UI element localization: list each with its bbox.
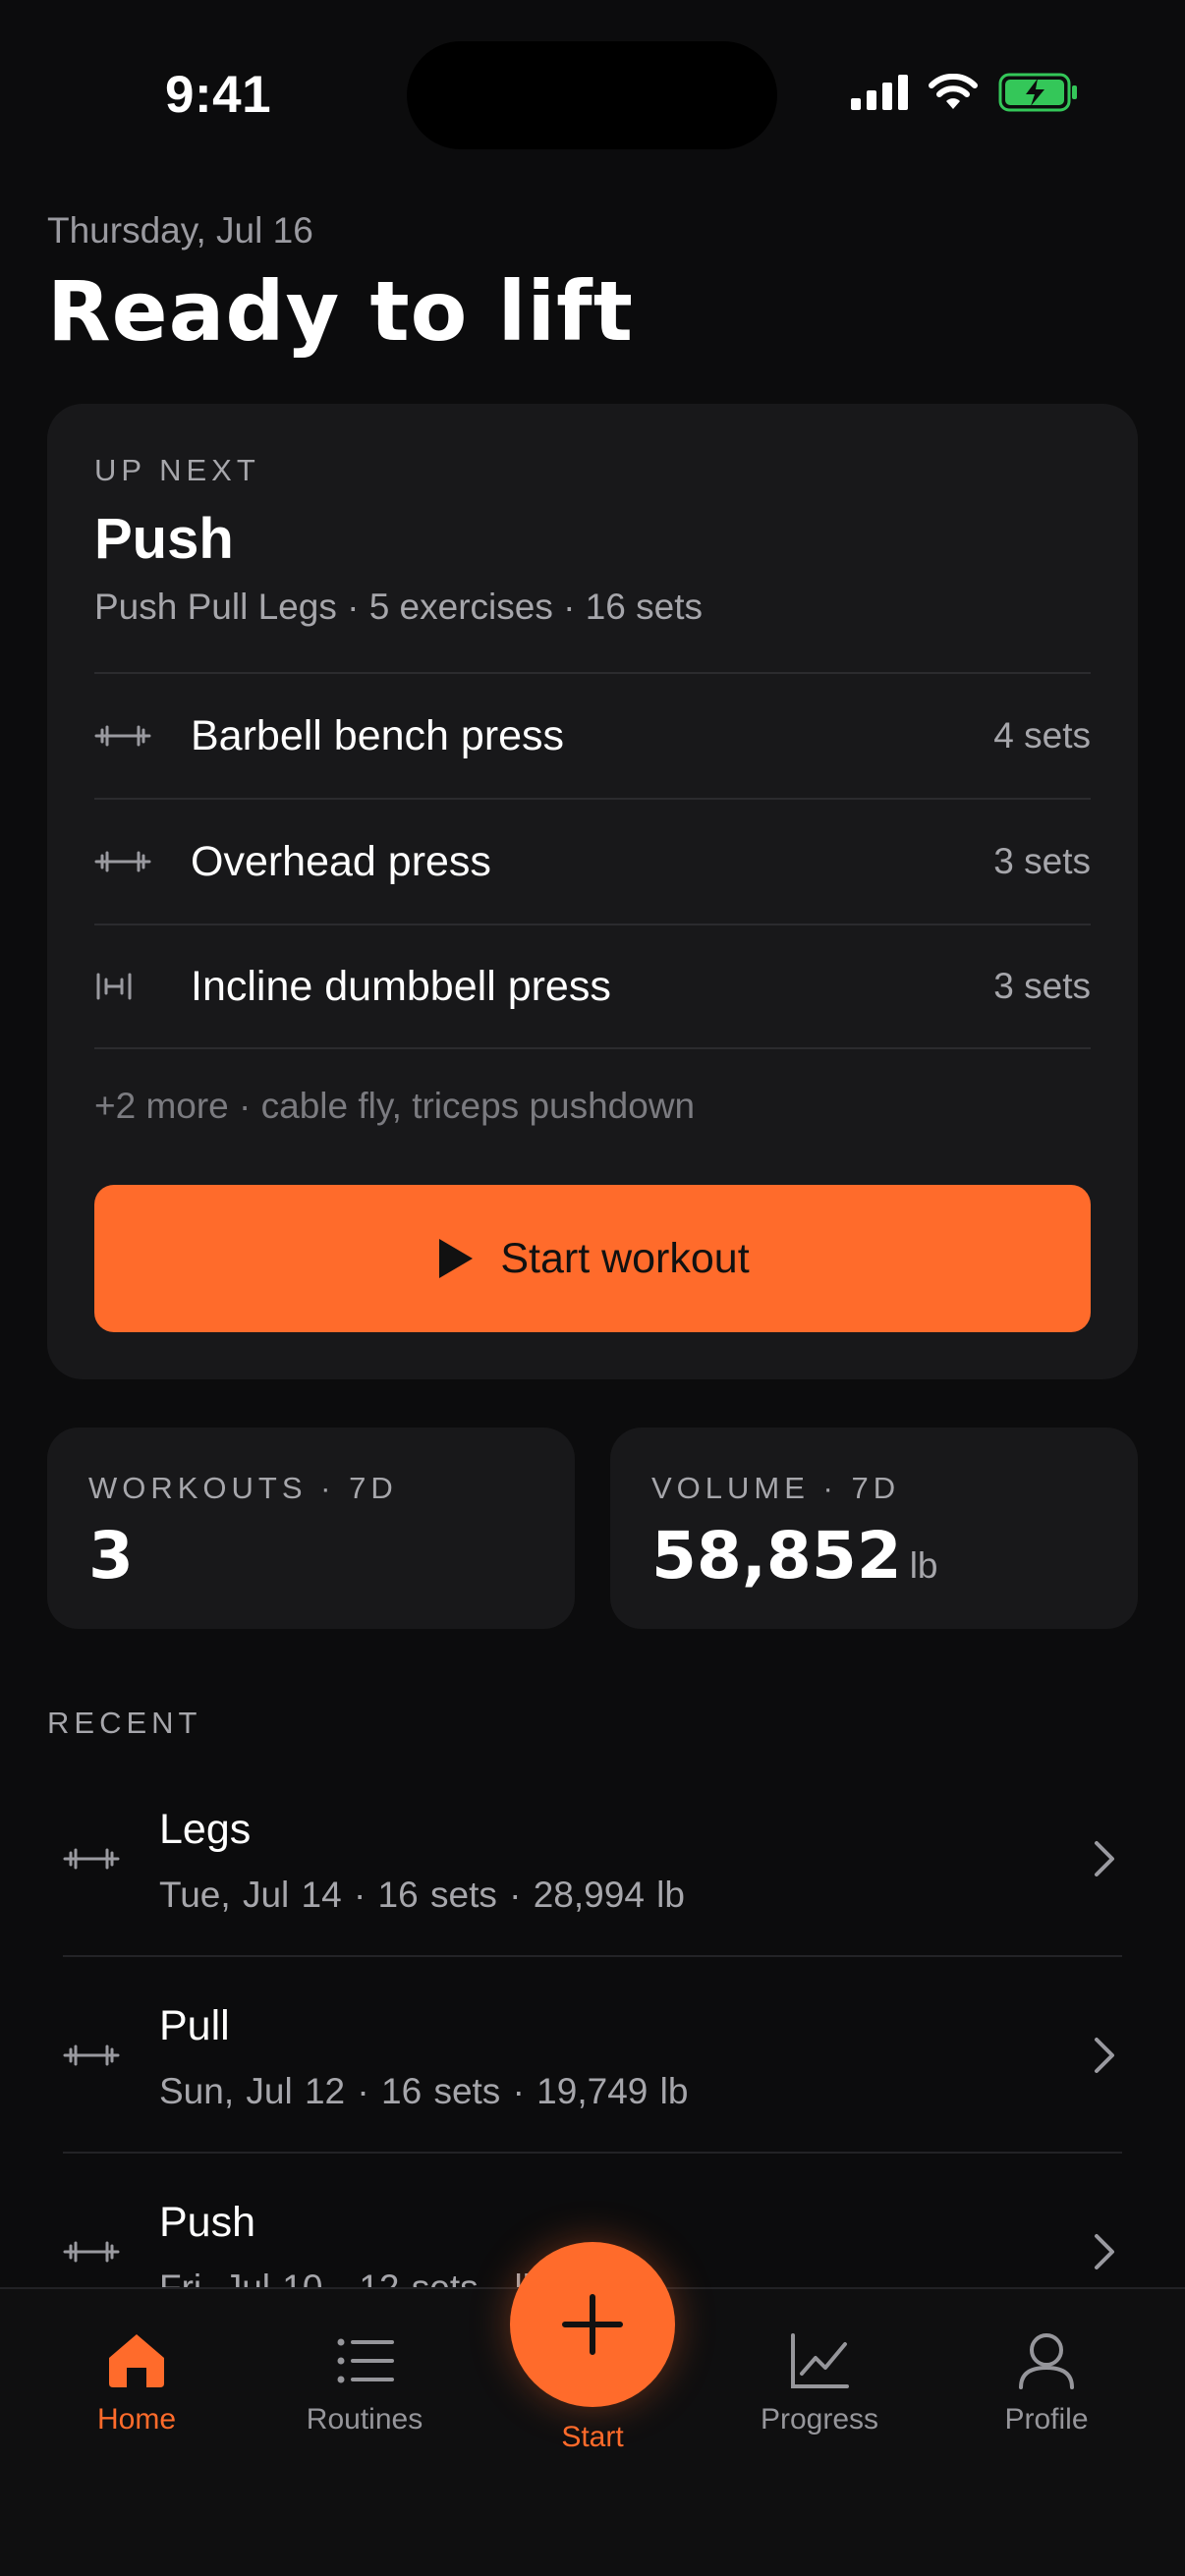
volume-stat-value: 58,852 bbox=[651, 1518, 902, 1594]
battery-icon bbox=[998, 73, 1077, 112]
tab-home[interactable]: Home bbox=[38, 2332, 235, 2436]
plus-icon bbox=[562, 2294, 623, 2355]
barbell-icon bbox=[63, 2241, 120, 2263]
tab-routines[interactable]: Routines bbox=[266, 2332, 463, 2436]
chevron-right-icon bbox=[1095, 1841, 1114, 1876]
tab-profile[interactable]: Profile bbox=[948, 2332, 1145, 2436]
wifi-icon bbox=[929, 74, 978, 109]
chevron-right-icon bbox=[1095, 2234, 1114, 2269]
volume-stat-card: VOLUME · 7D 58,852 lb bbox=[610, 1428, 1138, 1629]
exercise-sets: 3 sets bbox=[993, 966, 1091, 1006]
routine-title: Push bbox=[94, 507, 234, 571]
start-workout-label: Start workout bbox=[500, 1234, 750, 1282]
tab-profile-label: Profile bbox=[1004, 2403, 1089, 2436]
recent-workout-title: Legs bbox=[159, 1806, 252, 1853]
exercise-name: Incline dumbbell press bbox=[191, 962, 611, 1010]
home-icon bbox=[109, 2334, 164, 2387]
barbell-icon bbox=[63, 2044, 120, 2066]
exercise-row: Incline dumbbell press 3 sets bbox=[94, 924, 1091, 1049]
recent-workout-meta: Sun, Jul 12 · 16 sets · 19,749 lb bbox=[159, 2071, 689, 2111]
tab-progress-label: Progress bbox=[760, 2403, 879, 2436]
chevron-right-icon bbox=[1095, 2038, 1114, 2073]
list-icon bbox=[337, 2338, 394, 2383]
workouts-stat-label: WORKOUTS · 7D bbox=[88, 1471, 398, 1505]
routine-summary: Push Pull Legs · 5 exercises · 16 sets bbox=[94, 587, 704, 627]
exercise-name: Barbell bench press bbox=[191, 711, 565, 759]
exercise-sets: 4 sets bbox=[993, 715, 1091, 756]
tab-progress[interactable]: Progress bbox=[721, 2332, 918, 2436]
dynamic-island bbox=[407, 41, 777, 149]
tab-routines-label: Routines bbox=[306, 2403, 423, 2436]
recent-section-label: RECENT bbox=[47, 1706, 202, 1740]
up-next-eyebrow: UP NEXT bbox=[94, 453, 260, 487]
barbell-icon bbox=[94, 716, 153, 756]
volume-stat-unit: lb bbox=[909, 1545, 938, 1586]
more-exercises: +2 more · cable fly, triceps pushdown bbox=[94, 1086, 696, 1126]
tab-home-label: Home bbox=[96, 2403, 177, 2436]
dumbbell-icon bbox=[94, 967, 153, 1006]
current-date: Thursday, Jul 16 bbox=[47, 210, 313, 251]
barbell-icon bbox=[63, 1848, 120, 1870]
workouts-stat-card: WORKOUTS · 7D 3 bbox=[47, 1428, 575, 1629]
status-time: 9:41 bbox=[165, 66, 272, 124]
status-bar: 9:41 bbox=[0, 0, 1185, 196]
volume-stat-value-wrap: 58,852 lb bbox=[651, 1518, 938, 1594]
user-icon bbox=[1019, 2333, 1074, 2389]
exercise-name: Overhead press bbox=[191, 837, 491, 885]
recent-workout-title: Push bbox=[159, 2199, 256, 2246]
recent-workout-row[interactable]: Pull Sun, Jul 12 · 16 sets · 19,749 lb bbox=[63, 1957, 1122, 2154]
exercise-sets: 3 sets bbox=[993, 841, 1091, 881]
play-icon bbox=[439, 1239, 474, 1278]
recent-workout-title: Pull bbox=[159, 2002, 230, 2049]
start-fab-button[interactable] bbox=[510, 2242, 675, 2407]
recent-workout-meta: Tue, Jul 14 · 16 sets · 28,994 lb bbox=[159, 1875, 685, 1915]
page-title: Ready to lift bbox=[47, 263, 634, 360]
signal-icon bbox=[851, 75, 908, 110]
workouts-stat-value: 3 bbox=[88, 1518, 134, 1594]
chart-line-icon bbox=[791, 2333, 849, 2388]
exercise-row: Barbell bench press 4 sets bbox=[94, 672, 1091, 798]
start-workout-button[interactable]: Start workout bbox=[94, 1185, 1091, 1332]
exercise-list: Barbell bench press 4 sets Overhead pres… bbox=[94, 672, 1091, 1049]
up-next-card: UP NEXT Push Push Pull Legs · 5 exercise… bbox=[47, 404, 1138, 1379]
barbell-icon bbox=[94, 842, 153, 881]
exercise-row: Overhead press 3 sets bbox=[94, 798, 1091, 924]
start-fab-label: Start bbox=[561, 2421, 624, 2453]
recent-workout-row[interactable]: Legs Tue, Jul 14 · 16 sets · 28,994 lb bbox=[63, 1761, 1122, 1957]
volume-stat-label: VOLUME · 7D bbox=[651, 1471, 901, 1505]
status-icons bbox=[851, 73, 1079, 112]
